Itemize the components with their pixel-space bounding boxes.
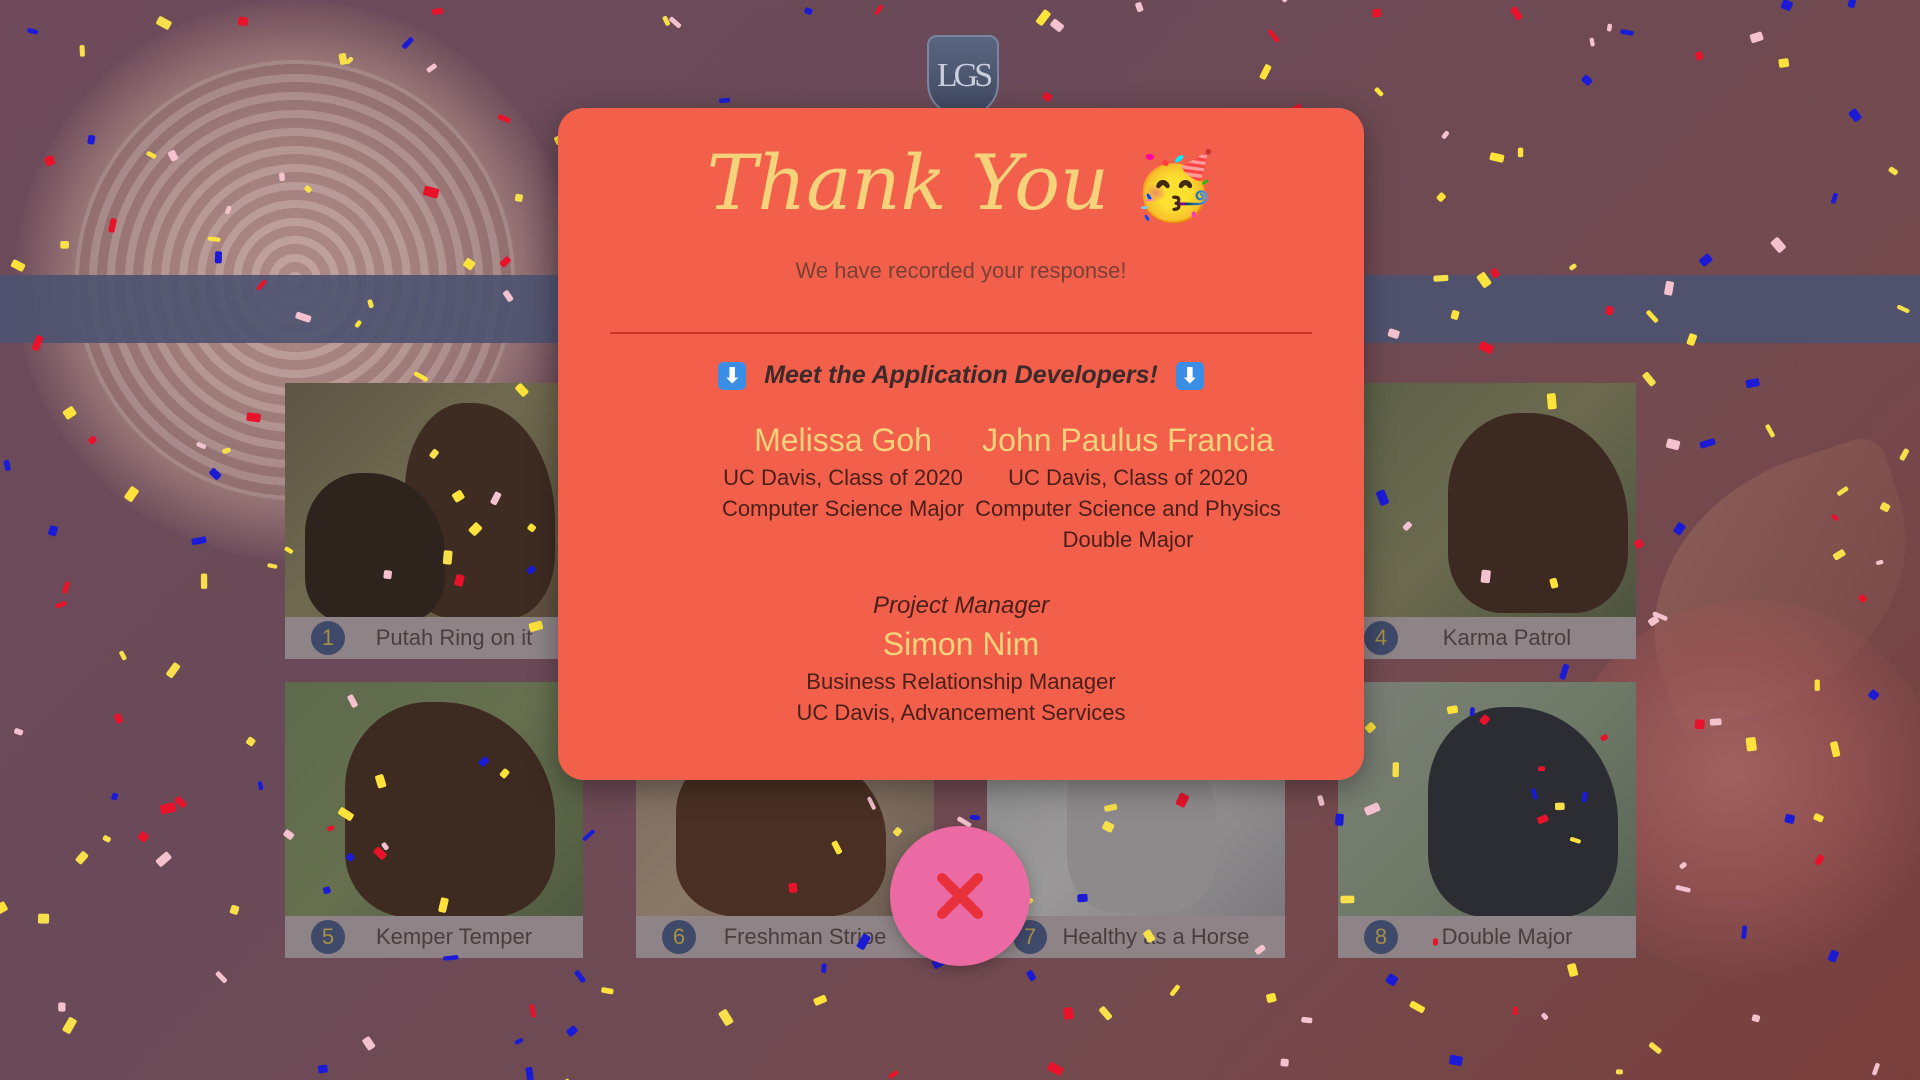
card-number-badge: 8 <box>1364 920 1398 954</box>
horse-photo <box>285 383 583 623</box>
horse-photo <box>1338 383 1636 617</box>
modal-subtitle: We have recorded your response! <box>795 258 1127 283</box>
card-title: Double Major <box>1441 924 1573 949</box>
card-number-badge: 5 <box>311 920 345 954</box>
modal-title-text: Thank You <box>706 138 1110 227</box>
close-x-icon <box>937 873 983 919</box>
card-title: Healthy as a Horse <box>1062 924 1250 949</box>
project-manager-detail: UC Davis, Advancement Services <box>796 700 1126 725</box>
project-manager-detail: Business Relationship Manager <box>806 669 1116 694</box>
project-manager-name: Simon Nim <box>882 626 1040 662</box>
horse-card-4[interactable]: 4 Karma Patrol <box>1338 383 1636 659</box>
developer-detail: UC Davis, Class of 2020 <box>1008 465 1248 490</box>
horse-card-1[interactable]: 1 Putah Ring on it <box>285 383 583 659</box>
logo: LGS <box>927 35 999 117</box>
developer-detail: Computer Science and Physics <box>975 496 1281 521</box>
card-title: Kemper Temper <box>375 924 533 949</box>
horse-card-5[interactable]: 5 Kemper Temper <box>285 682 583 958</box>
close-button[interactable] <box>890 826 1030 966</box>
developers-heading: ⬇ Meet the Application Developers! ⬇ <box>558 361 1364 391</box>
developer-detail: Double Major <box>1062 527 1194 552</box>
developer-name: John Paulus Francia <box>982 422 1274 458</box>
developer-card: John Paulus Francia UC Davis, Class of 2… <box>958 420 1298 555</box>
project-manager-role: Project Manager <box>872 592 1050 619</box>
card-title: Karma Patrol <box>1442 625 1572 650</box>
card-number-badge: 1 <box>311 621 345 655</box>
horse-photo <box>285 682 583 917</box>
horse-card-8[interactable]: 8 Double Major <box>1338 682 1636 958</box>
card-title: Putah Ring on it <box>375 625 533 650</box>
modal-title: Thank You 🥳 <box>558 138 1364 227</box>
party-face-icon: 🥳 <box>1133 148 1216 225</box>
card-number-badge: 6 <box>662 920 696 954</box>
developers-heading-text: Meet the Application Developers! <box>764 361 1158 389</box>
arrow-down-icon: ⬇ <box>718 362 747 391</box>
thank-you-modal: Thank You 🥳 We have recorded your respon… <box>558 108 1364 780</box>
arrow-down-icon: ⬇ <box>1175 362 1204 391</box>
horse-photo <box>1338 682 1636 917</box>
project-manager-card: Simon Nim Business Relationship Manager … <box>558 624 1364 728</box>
card-number-badge: 4 <box>1364 621 1398 655</box>
modal-divider <box>610 332 1312 334</box>
